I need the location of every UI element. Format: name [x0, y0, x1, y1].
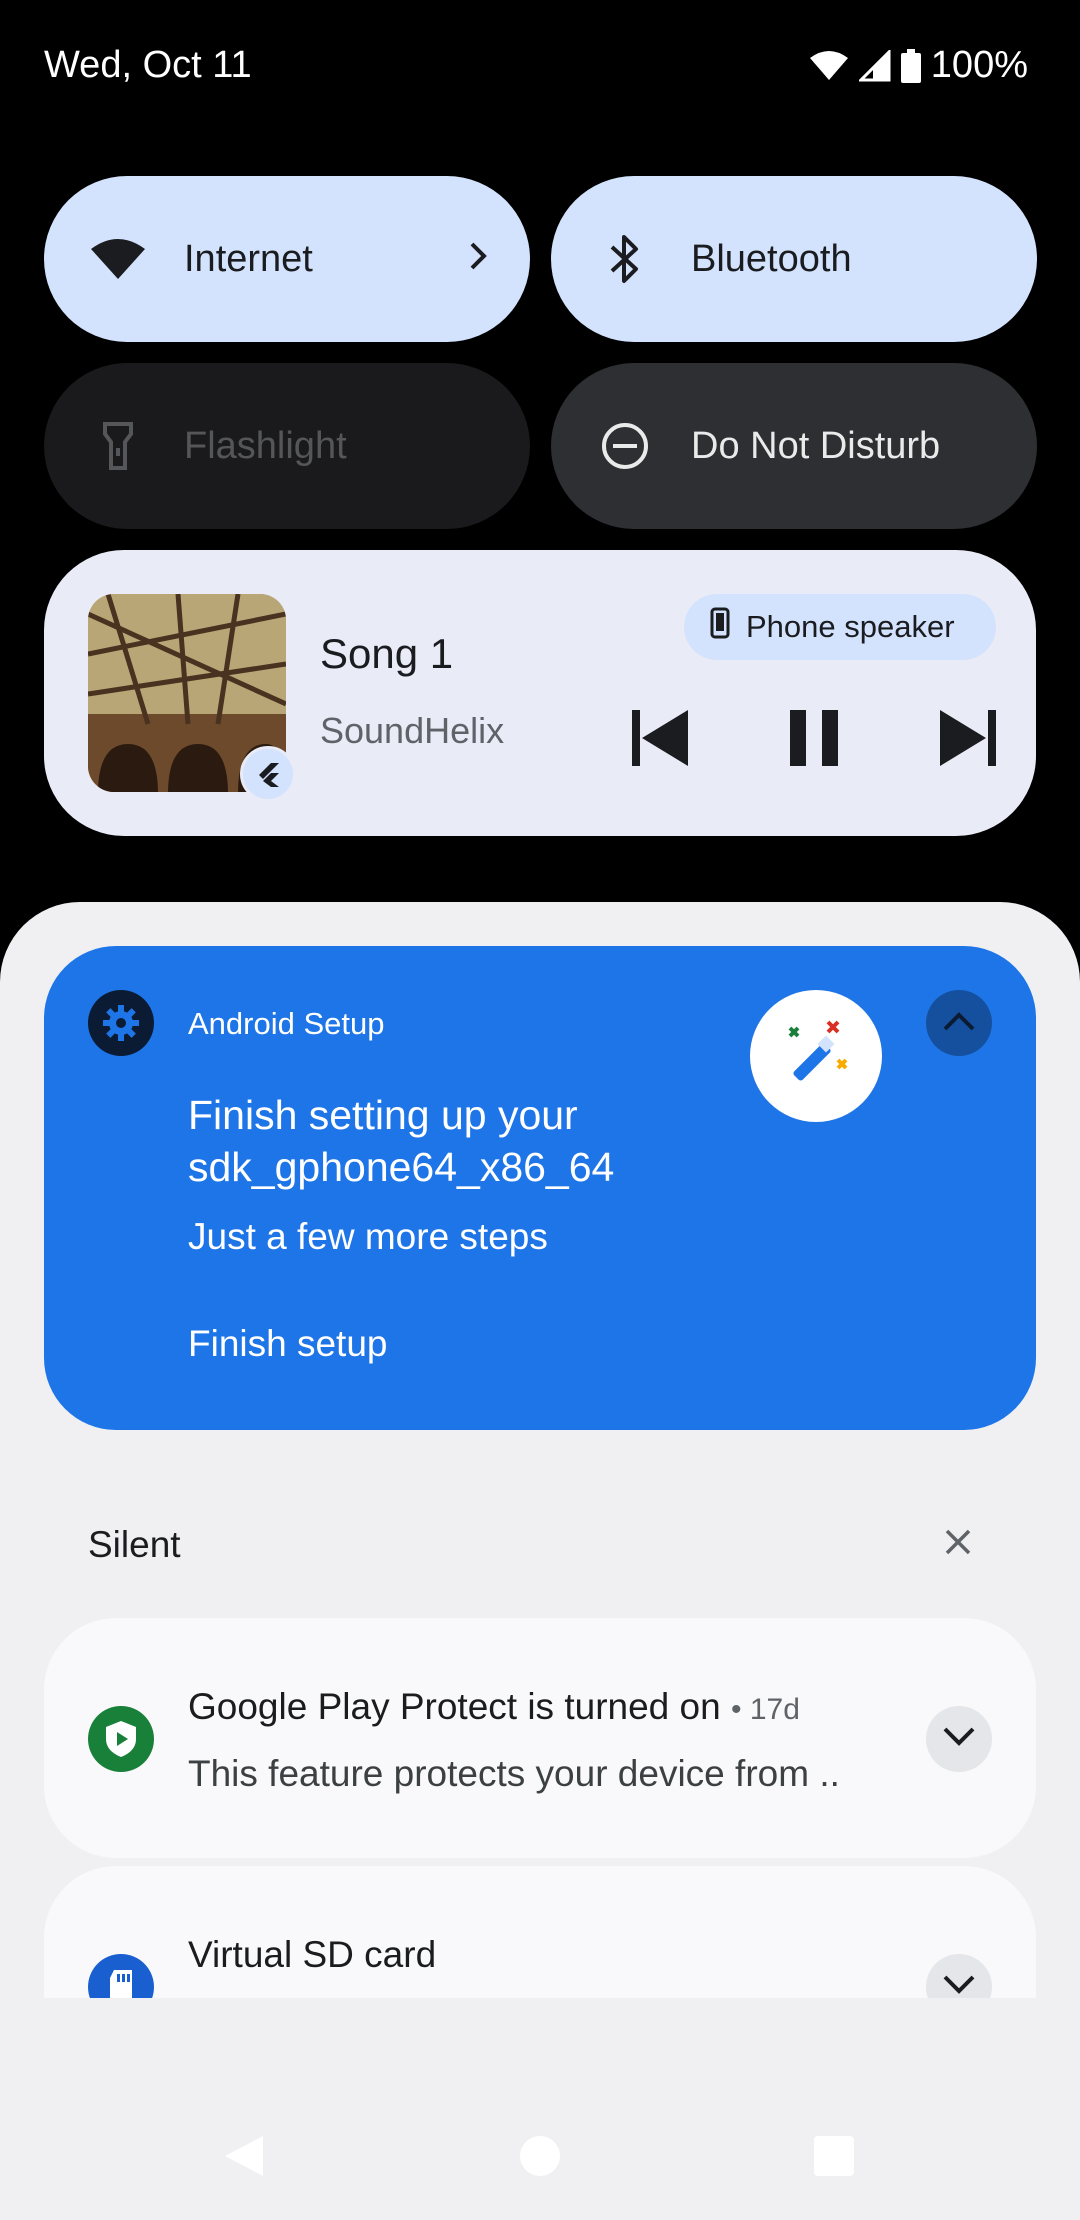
- recents-icon: [812, 2134, 856, 2183]
- status-bar: Wed, Oct 11 100%: [0, 0, 1080, 134]
- pause-icon: [786, 706, 842, 775]
- chevron-down-icon: [941, 1725, 977, 1754]
- wifi-icon: [88, 229, 148, 289]
- play-protect-title: Google Play Protect is turned on: [188, 1686, 721, 1727]
- back-icon: [221, 2132, 267, 2185]
- tile-internet[interactable]: Internet: [44, 176, 530, 342]
- tile-do-not-disturb[interactable]: Do Not Disturb: [551, 363, 1037, 529]
- flashlight-icon: [88, 416, 148, 476]
- silent-section-header: Silent: [88, 1524, 181, 1565]
- output-device-label: Phone speaker: [746, 609, 955, 644]
- output-device-chip[interactable]: Phone speaker: [684, 594, 996, 660]
- back-button[interactable]: [214, 2128, 274, 2188]
- flutter-app-icon: [240, 746, 296, 802]
- setup-app-name: Android Setup: [188, 1006, 385, 1041]
- status-icons: 100%: [809, 44, 1028, 87]
- close-icon: [943, 1527, 973, 1562]
- expand-button[interactable]: [926, 1706, 992, 1772]
- do-not-disturb-icon: [595, 416, 655, 476]
- tile-label: Flashlight: [184, 424, 347, 467]
- pause-button[interactable]: [774, 700, 854, 780]
- bluetooth-icon: [595, 229, 655, 289]
- gear-icon: [88, 990, 154, 1056]
- chevron-up-icon: [941, 1009, 977, 1038]
- shield-icon: [88, 1706, 154, 1772]
- setup-text: Just a few more steps: [188, 1216, 548, 1257]
- collapse-button[interactable]: [926, 990, 992, 1056]
- skip-next-icon: [936, 706, 1000, 775]
- skip-previous-icon: [628, 706, 692, 775]
- battery-percent: 100%: [930, 44, 1028, 86]
- skip-next-button[interactable]: [928, 700, 1008, 780]
- wifi-icon: [809, 50, 849, 82]
- home-icon: [518, 2134, 562, 2183]
- home-button[interactable]: [510, 2128, 570, 2188]
- tile-label: Bluetooth: [691, 237, 852, 280]
- tile-flashlight[interactable]: Flashlight: [44, 363, 530, 529]
- chevron-right-icon: [466, 236, 490, 286]
- play-protect-notification[interactable]: Google Play Protect is turned on • 17d T…: [44, 1618, 1036, 1858]
- song-title: Song 1: [320, 630, 454, 677]
- magic-wand-icon: [750, 990, 882, 1122]
- media-player-card[interactable]: Song 1 SoundHelix Phone speaker: [44, 550, 1036, 836]
- tile-bluetooth[interactable]: Bluetooth: [551, 176, 1037, 342]
- tile-label: Do Not Disturb: [691, 424, 941, 467]
- android-setup-notification[interactable]: Android Setup Finish setting up your sdk…: [44, 946, 1036, 1430]
- battery-icon: [900, 48, 921, 83]
- status-date: Wed, Oct 11: [44, 44, 252, 86]
- clear-silent-button[interactable]: [936, 1522, 980, 1566]
- skip-previous-button[interactable]: [620, 700, 700, 780]
- song-artist: SoundHelix: [320, 710, 505, 751]
- notification-title: Virtual SD card: [188, 1934, 437, 1975]
- notification-text: This feature protects your device from .…: [188, 1753, 840, 1794]
- phone-icon: [710, 607, 730, 647]
- recents-button[interactable]: [804, 2128, 864, 2188]
- finish-setup-button[interactable]: Finish setup: [188, 1323, 388, 1365]
- notification-time: • 17d: [730, 1693, 800, 1726]
- cell-signal-icon: [858, 49, 891, 82]
- tile-label: Internet: [184, 237, 313, 280]
- navigation-bar: [0, 2110, 1080, 2200]
- notification-title: Google Play Protect is turned on • 17d: [188, 1686, 800, 1728]
- notification-shade-screen: Wed, Oct 11 100% Internet Bluetooth Flas…: [0, 0, 1080, 2220]
- setup-title: Finish setting up your sdk_gphone64_x86_…: [188, 1092, 615, 1190]
